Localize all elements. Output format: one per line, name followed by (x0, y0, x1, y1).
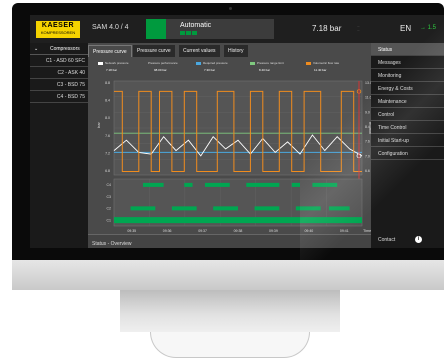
mini-readout-line2: ... (357, 28, 360, 32)
main-panel: Pressure curve Pressure curve Current va… (88, 43, 371, 248)
sidebar-item-c2[interactable]: C2 - ASK 40 (30, 67, 88, 79)
mode-segment (192, 31, 197, 35)
x-tick-label: 09:36 (163, 229, 172, 233)
mode-label: Automatic (180, 22, 212, 29)
sidebar-item-c3[interactable]: C3 - BSD 75 (30, 79, 88, 91)
nav-energy-costs[interactable]: Energy & Costs (371, 82, 444, 95)
mini-readout: ... ... (357, 24, 360, 32)
x-axis-label: Time (363, 229, 371, 233)
run-segment (114, 217, 362, 224)
compressors-header[interactable]: ⌄ Compressors (30, 43, 88, 55)
status-bar: Status - Overview (88, 234, 371, 248)
level-indicator: → 1.5 (420, 25, 437, 31)
screen: KAESER KOMPRESSOREN SAM 4.0 / 4 Automati… (30, 15, 444, 248)
nav-maintenance[interactable]: Maintenance (371, 95, 444, 108)
run-segment (328, 206, 350, 211)
nav-status[interactable]: Status (371, 43, 444, 56)
nav-monitoring[interactable]: Monitoring (371, 69, 444, 82)
nav-control[interactable]: Control (371, 108, 444, 121)
row-label: C4 (107, 183, 112, 187)
row-label: C2 (107, 207, 112, 211)
kaeser-logo: KAESER KOMPRESSOREN (36, 21, 80, 38)
monitor-chin (12, 260, 444, 290)
logo-line1: KAESER (41, 22, 75, 29)
y-right-tick-label: 9.0 (365, 110, 370, 114)
run-segment (184, 182, 193, 187)
y-axis-label-left: bar (96, 122, 101, 128)
x-tick-label: 09:39 (269, 229, 278, 233)
top-bar: KAESER KOMPRESSOREN SAM 4.0 / 4 Automati… (30, 15, 444, 43)
y-right-tick-label: 7.0 (365, 154, 370, 158)
row-label: C1 (107, 218, 112, 222)
y-left-tick-label: 8.8 (105, 81, 110, 85)
run-segment (312, 182, 338, 187)
run-segment (246, 182, 280, 187)
chevron-down-icon: ⌄ (34, 46, 39, 52)
nav-initial-start-up[interactable]: Initial Start-up (371, 134, 444, 147)
x-tick-label: 09:37 (198, 229, 207, 233)
sidebar-item-c4[interactable]: C4 - BSD 75 (30, 91, 88, 103)
language-selector[interactable]: EN (400, 24, 411, 33)
run-segment (254, 206, 280, 211)
left-sidebar: ⌄ Compressors C1 - ASD 60 SFC C2 - ASK 4… (30, 43, 88, 248)
monitor-stand-base (150, 332, 310, 358)
y-left-tick-label: 7.6 (105, 134, 110, 138)
y-left-tick-label: 8.4 (105, 99, 110, 103)
y-left-tick-label: 6.8 (105, 169, 110, 173)
pressure-chart: 8.88.48.07.67.26.813.011.09.08.47.67.06.… (96, 80, 371, 233)
x-tick-label: 09:35 (127, 229, 136, 233)
mode-indicator[interactable]: Automatic (146, 19, 274, 39)
sidebar-item-c1[interactable]: C1 - ASD 60 SFC (30, 55, 88, 67)
y-right-tick-label: 6.6 (365, 169, 370, 173)
run-segment (213, 206, 238, 211)
run-segment (295, 206, 321, 211)
row-label: C3 (107, 195, 112, 199)
info-icon[interactable]: i (415, 236, 422, 243)
nav-configuration[interactable]: Configuration (371, 147, 444, 160)
nav-messages[interactable]: Messages (371, 56, 444, 69)
logo-line2: KOMPRESSOREN (40, 30, 76, 35)
right-sidebar: Status Messages Monitoring Energy & Cost… (371, 43, 444, 248)
run-segment (204, 182, 230, 187)
run-segment (171, 206, 197, 211)
y-left-tick-label: 8.0 (105, 116, 110, 120)
webcam (229, 7, 232, 10)
compressors-header-label: Compressors (50, 46, 80, 52)
monitor-stand-neck (120, 290, 340, 332)
x-tick-label: 09:41 (340, 229, 349, 233)
y-right-tick-label: 7.6 (365, 140, 370, 144)
x-tick-label: 09:40 (304, 229, 313, 233)
mode-segment (180, 31, 185, 35)
mode-bar (146, 19, 166, 39)
x-tick-label: 09:38 (234, 229, 243, 233)
mode-segment (186, 31, 191, 35)
system-name: SAM 4.0 / 4 (92, 24, 129, 31)
y-left-tick-label: 7.2 (105, 151, 110, 155)
network-pressure-readout: 7.18 bar (312, 24, 342, 33)
nav-time-control[interactable]: Time Control (371, 121, 444, 134)
run-segment (291, 182, 300, 187)
run-segment (142, 182, 164, 187)
contact-link[interactable]: Contact (378, 237, 395, 243)
run-segment (130, 206, 156, 211)
